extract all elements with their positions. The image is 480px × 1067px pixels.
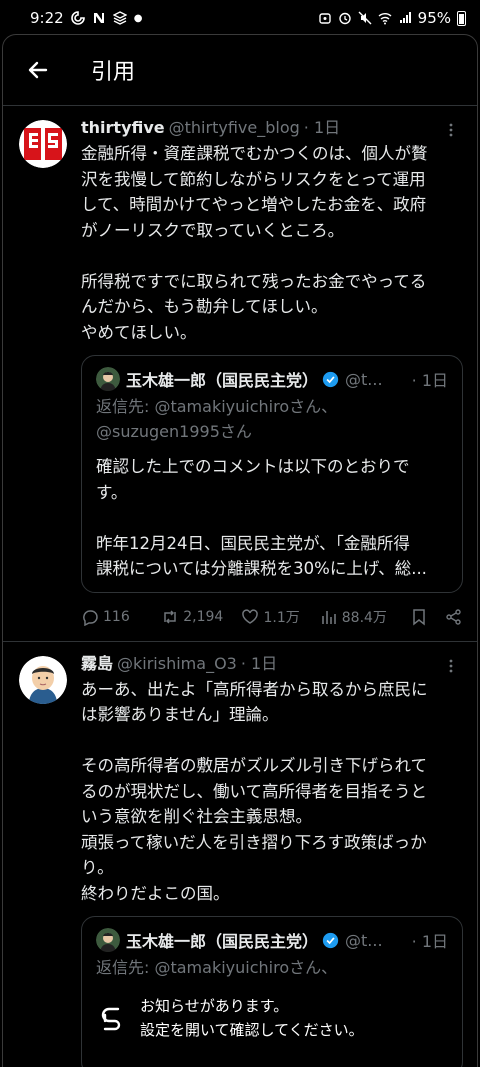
- quoted-post-time: · 1日: [411, 932, 448, 951]
- battery-percent: 95%: [417, 9, 451, 27]
- reply-to-text: 返信先: @tamakiyuichiroさん、 @suzugen1995さん: [96, 397, 338, 441]
- reply-icon: [83, 609, 98, 626]
- notion-icon: [92, 11, 106, 25]
- toast-line-1: お知らせがあります。: [140, 997, 289, 1015]
- more-options-icon[interactable]: [443, 658, 459, 674]
- view-count: 88.4万: [341, 609, 387, 626]
- quoted-author-name: 玉木雄一郎（国民民主党）: [126, 932, 319, 951]
- like-count: 1.1万: [263, 609, 300, 626]
- quoted-author-name: 玉木雄一郎（国民民主党）: [126, 371, 319, 390]
- top-bar: 引用: [3, 35, 477, 105]
- repost-count: 2,194: [183, 608, 224, 625]
- heart-icon: [242, 608, 259, 624]
- post-text: 金融所得・資産課税でむかつくのは、個人が贅 沢を我慢して節約しながらリスクをとっ…: [81, 144, 428, 342]
- post[interactable]: thirtyfive @thirtyfive_blog · 1日 金融所得・資産…: [3, 105, 477, 641]
- more-notifications-dot: ●: [133, 12, 143, 24]
- repost-icon: [164, 609, 176, 624]
- app-frame: 引用 thirtyfive @thirtyfive_blog · 1日 金融所得…: [2, 34, 478, 1067]
- mute-icon: [358, 11, 372, 25]
- views-chart-icon: [321, 610, 336, 624]
- author-name[interactable]: 霧島: [81, 652, 113, 676]
- signal-icon: [398, 11, 412, 25]
- app-logo-icon: [98, 1004, 126, 1032]
- repost-button[interactable]: 2,194: [161, 608, 241, 626]
- status-bar: 9:22 ● 95%: [0, 0, 480, 36]
- quoted-avatar: [96, 367, 120, 391]
- post-header: thirtyfive @thirtyfive_blog · 1日: [81, 116, 463, 140]
- toast-line-2: 設定を開いて確認してください。: [140, 1021, 364, 1039]
- bookmark-button[interactable]: [410, 608, 445, 626]
- like-button[interactable]: 1.1万: [241, 607, 319, 627]
- verified-badge-icon: [322, 371, 339, 387]
- reply-count: 116: [103, 608, 130, 625]
- post-header: 霧島 @kirishima_O3 · 1日: [81, 652, 463, 676]
- notice-toast[interactable]: お知らせがあります。 設定を開いて確認してください。: [88, 982, 398, 1054]
- layers-icon: [112, 11, 127, 25]
- share-button[interactable]: [445, 608, 463, 626]
- quoted-author-handle: @t...: [345, 930, 383, 950]
- battery-icon: [457, 10, 466, 26]
- quoted-author-handle: @t...: [345, 369, 383, 389]
- reply-button[interactable]: 116: [81, 608, 161, 626]
- bookmark-icon: [413, 608, 425, 626]
- views-button[interactable]: 88.4万: [320, 607, 410, 627]
- clock: 9:22: [30, 9, 64, 27]
- quoted-post-time: · 1日: [411, 371, 448, 390]
- share-icon: [446, 608, 461, 625]
- quoted-post[interactable]: 玉木雄一郎（国民民主党） @t... · 1日 返信先: @tamakiyuic…: [81, 355, 463, 593]
- post-time: · 1日: [240, 653, 278, 673]
- author-handle[interactable]: @thirtyfive_blog: [169, 116, 300, 140]
- author-name[interactable]: thirtyfive: [81, 116, 165, 140]
- back-arrow-icon[interactable]: [25, 57, 51, 83]
- post-actions: 116 2,194 1.1万 88.4万: [81, 607, 463, 627]
- quoted-post-text: 確認した上でのコメントは以下のとおりで す。 昨年12月24日、国民民主党が、「…: [96, 457, 427, 578]
- alarm-icon: [318, 11, 332, 25]
- clock-alarm-icon: [338, 11, 352, 25]
- more-options-icon[interactable]: [443, 122, 459, 138]
- app-notification-icon: [70, 11, 85, 25]
- post-time: · 1日: [303, 118, 341, 137]
- avatar[interactable]: [19, 120, 67, 168]
- page-title: 引用: [91, 60, 136, 85]
- verified-badge-icon: [322, 932, 339, 948]
- wifi-icon: [378, 11, 392, 25]
- author-handle[interactable]: @kirishima_O3: [117, 652, 237, 676]
- quoted-avatar: [96, 928, 120, 952]
- avatar[interactable]: [19, 655, 67, 704]
- post-text: あーあ、出たよ「高所得者から取るから庶民に は影響ありません」理論。 その高所得…: [81, 679, 428, 903]
